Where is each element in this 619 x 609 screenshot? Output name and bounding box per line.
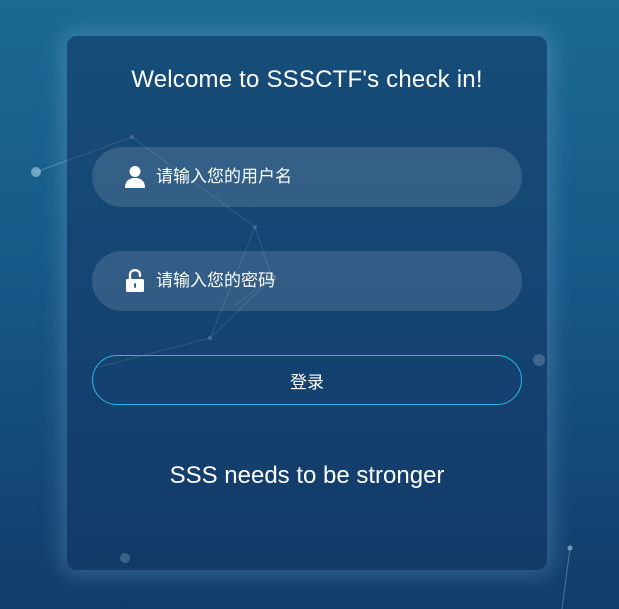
- username-input[interactable]: [156, 147, 496, 207]
- page-title: Welcome to SSSCTF's check in!: [131, 66, 483, 93]
- tagline-text: SSS needs to be stronger: [169, 462, 445, 489]
- login-button[interactable]: 登录: [92, 355, 522, 405]
- username-field[interactable]: [92, 147, 522, 207]
- password-field[interactable]: [92, 251, 522, 311]
- password-input[interactable]: [156, 251, 496, 311]
- unlock-icon: [124, 268, 146, 293]
- login-card: Welcome to SSSCTF's check in! 登录 SSS nee…: [67, 36, 547, 570]
- user-icon: [124, 165, 146, 189]
